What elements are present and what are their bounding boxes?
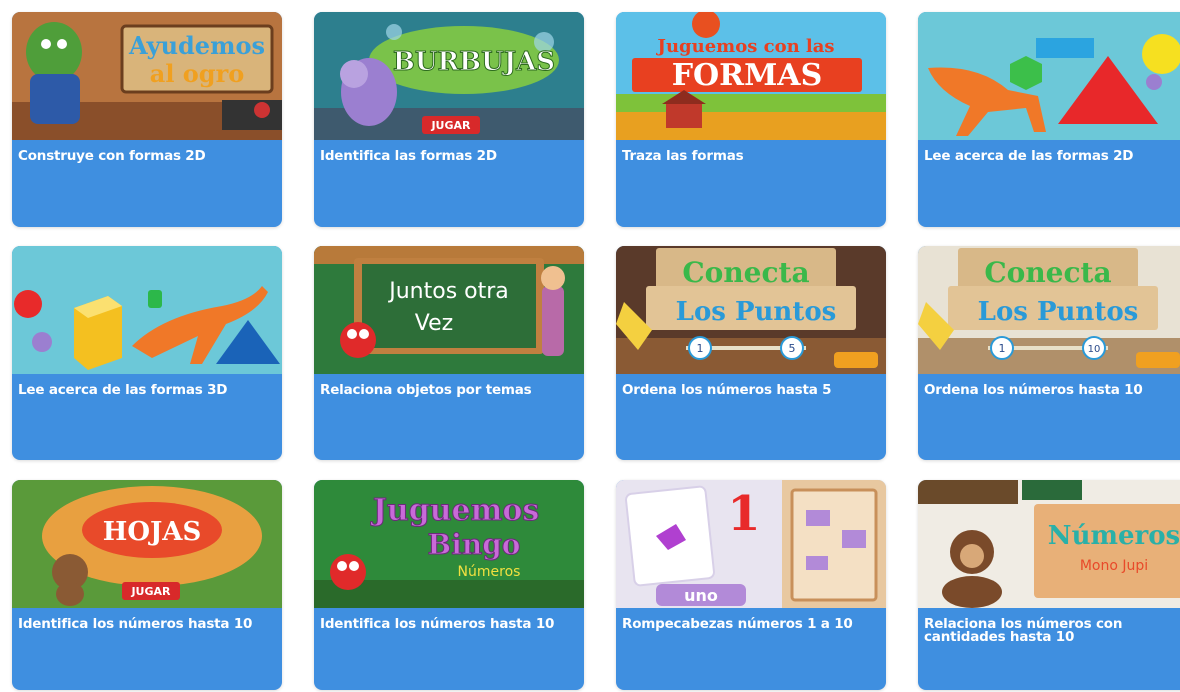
game-thumbnail[interactable]: HOJAS JUGAR: [12, 480, 282, 608]
game-card-relaciona-objetos[interactable]: Juntos otra Vez Relaciona objetos por te…: [314, 246, 584, 460]
art-title-2: al ogro: [150, 59, 244, 88]
art-title-2: Bingo: [428, 528, 521, 561]
game-card-title: Identifica las formas 2D: [320, 148, 497, 164]
game-card-construye-formas-2d[interactable]: Ayudemos al ogro Construye con formas 2D: [12, 12, 282, 227]
art-play-button: JUGAR: [130, 585, 171, 598]
game-card-title: Lee acerca de las formas 3D: [18, 382, 228, 398]
art-title-2: Los Puntos: [676, 297, 837, 327]
art-title-1: Conecta: [682, 256, 809, 289]
game-card-identifica-hasta-10-bingo[interactable]: Juguemos Bingo Números Identifica los nú…: [314, 480, 584, 690]
art-title-1: Ayudemos: [128, 31, 265, 60]
game-thumbnail[interactable]: Juntos otra Vez: [314, 246, 584, 374]
game-card-identifica-hasta-10-hojas[interactable]: HOJAS JUGAR Identifica los números hasta…: [12, 480, 282, 690]
game-card-title: Ordena los números hasta 10: [924, 382, 1143, 398]
game-thumbnail[interactable]: Conecta Los Puntos 1 5: [616, 246, 886, 374]
game-card-relaciona-cantidades[interactable]: Números Mono Jupi Relaciona los números …: [918, 480, 1180, 690]
game-card-traza-formas[interactable]: Juguemos con las FORMAS Traza las formas: [616, 12, 886, 227]
game-card-ordena-hasta-5[interactable]: Conecta Los Puntos 1 5 Ordena los número…: [616, 246, 886, 460]
game-card-lee-formas-2d[interactable]: Lee acerca de las formas 2D: [918, 12, 1180, 227]
art-n1: 1: [697, 342, 704, 355]
art-title-1: HOJAS: [103, 517, 201, 547]
game-thumbnail[interactable]: Conecta Los Puntos 1 10: [918, 246, 1180, 374]
game-card-title: Ordena los números hasta 5: [622, 382, 832, 398]
art-play-button: JUGAR: [430, 119, 471, 132]
game-card-title: Relaciona los números con cantidades has…: [924, 616, 1123, 645]
game-card-identifica-formas-2d[interactable]: BURBUJAS JUGAR Identifica las formas 2D: [314, 12, 584, 227]
game-card-rompecabezas[interactable]: 1 uno Rompecabezas números 1 a 10: [616, 480, 886, 690]
game-card-title: Relaciona objetos por temas: [320, 382, 532, 398]
art-n2: 5: [789, 342, 796, 355]
art-title-1: Juguemos: [370, 493, 540, 528]
game-thumbnail[interactable]: BURBUJAS JUGAR: [314, 12, 584, 140]
game-thumbnail[interactable]: Juguemos Bingo Números: [314, 480, 584, 608]
art-title-1: Números: [1048, 521, 1180, 551]
game-card-ordena-hasta-10[interactable]: Conecta Los Puntos 1 10 Ordena los númer…: [918, 246, 1180, 460]
game-thumbnail[interactable]: [12, 246, 282, 374]
game-card-title: Traza las formas: [622, 148, 744, 164]
art-title-2: FORMAS: [672, 58, 823, 93]
art-title-1: 1: [727, 486, 760, 542]
art-n1: 1: [999, 342, 1006, 355]
art-n2: 10: [1088, 344, 1101, 355]
game-thumbnail[interactable]: Juguemos con las FORMAS: [616, 12, 886, 140]
game-thumbnail[interactable]: Números Mono Jupi: [918, 480, 1180, 608]
art-title-1: Juguemos con las: [655, 36, 834, 57]
game-card-title: Construye con formas 2D: [18, 148, 206, 164]
game-card-title: Identifica los números hasta 10: [18, 616, 253, 632]
game-card-title: Lee acerca de las formas 2D: [924, 148, 1134, 164]
art-title-2: uno: [684, 586, 718, 605]
art-title-2: Los Puntos: [978, 297, 1139, 327]
art-title-3: Números: [458, 564, 521, 580]
game-thumbnail[interactable]: 1 uno: [616, 480, 886, 608]
art-title-2: Vez: [415, 311, 453, 336]
art-title-1: Conecta: [984, 256, 1111, 289]
art-title-1: Juntos otra: [387, 279, 509, 304]
game-thumbnail[interactable]: [918, 12, 1180, 140]
game-thumbnail[interactable]: Ayudemos al ogro: [12, 12, 282, 140]
art-title-1: BURBUJAS: [393, 47, 555, 77]
game-card-title: Identifica los números hasta 10: [320, 616, 555, 632]
game-card-title: Rompecabezas números 1 a 10: [622, 616, 853, 632]
art-title-2: Mono Jupi: [1080, 558, 1148, 574]
game-card-lee-formas-3d[interactable]: Lee acerca de las formas 3D: [12, 246, 282, 460]
